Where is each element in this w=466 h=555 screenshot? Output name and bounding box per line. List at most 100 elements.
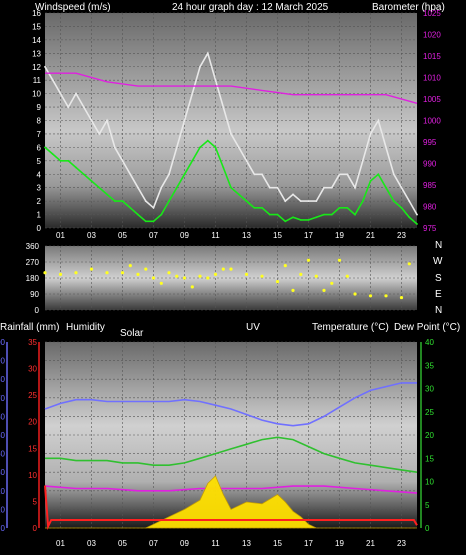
wind-tick-label: 12 [32,63,41,72]
direction-panel-ticks: 0 90 180 270 360 [26,242,40,315]
data-point-gust [338,173,341,176]
data-point-average [214,146,217,149]
rainfall-axis-title: Rainfall (mm) [0,322,59,333]
data-point-gust [75,92,77,95]
direction-point [244,272,249,276]
direction-point [167,271,171,275]
data-point-gust [416,213,418,216]
temperature-tick-label: 35 [425,361,434,370]
direction-label-n-bottom: N [435,305,442,316]
data-point-gust [268,186,271,189]
direction-point [368,294,373,298]
data-point-gust [261,173,263,176]
hour-tick-label: 03 [87,231,96,240]
data-point-gust [299,200,302,203]
data-point-gust [90,119,93,122]
direction-label-s: S [435,273,442,284]
data-point-gust [113,146,116,149]
humidity-tick-label: 60 [0,412,6,421]
barometer-tick-label: 975 [423,224,437,233]
rain-tick-label: 30 [28,365,37,374]
data-point-gust [222,106,225,108]
data-point-average [152,220,155,223]
data-point-gust [199,65,201,68]
data-point-gust [245,159,248,162]
hour-tick-label: 15 [273,539,282,548]
data-point-average [338,206,341,209]
data-point-gust [323,186,325,189]
direction-point [330,281,334,285]
data-point-gust [129,173,132,176]
weather-graph: Windspeed (m/s) 24 hour graph day : 12 M… [0,2,460,548]
data-point-gust [67,106,70,108]
direction-point [159,281,163,285]
rain-tick-label: 0 [33,524,38,533]
data-point-gust [59,92,62,95]
direction-point [260,274,264,278]
data-point-average [292,216,294,219]
data-point-gust [152,206,155,209]
data-point-average [98,186,101,189]
humidity-tick-label: 30 [0,468,6,477]
data-point-average [385,186,387,189]
hour-tick-label: 05 [118,539,127,548]
graph-title: 24 hour graph day : 12 March 2025 [172,2,329,13]
solar-label: Solar [120,328,144,339]
direction-point [198,274,202,278]
data-point-gust [237,146,240,149]
temperature-tick-label: 20 [425,431,434,440]
wind-tick-label: 2 [37,197,42,206]
direction-point [399,296,404,300]
data-point-gust [144,200,147,203]
data-point-gust [82,106,85,108]
wind-tick-label: 4 [37,170,42,179]
temperature-tick-label: 10 [425,478,434,487]
data-point-average [51,153,54,156]
hour-tick-label: 17 [304,231,313,240]
data-point-average [82,173,85,176]
data-point-gust [106,119,108,122]
data-point-gust [377,119,380,122]
data-point-average [253,206,256,209]
data-point-average [121,200,124,203]
data-point-average [307,219,310,221]
hour-tick-label: 19 [335,539,344,548]
uv-label: UV [246,322,260,333]
data-point-average [191,159,194,162]
humidity-tick-label: 50 [0,431,6,440]
data-point-gust [253,173,256,176]
wind-tick-label: 13 [32,49,41,58]
data-point-average [400,206,403,209]
temperature-axis-title: Temperature (°C) [312,322,389,333]
humidity-tick-label: 80 [0,375,6,384]
direction-point [136,272,140,276]
data-point-average [377,173,380,176]
data-point-gust [168,173,170,176]
direction-tick-label: 90 [30,290,39,299]
wind-tick-label: 0 [37,224,42,233]
data-point-gust [175,146,178,149]
data-point-average [416,223,418,225]
hour-tick-label: 11 [211,231,220,240]
wind-tick-label: 6 [37,143,42,152]
hour-tick-label: 01 [56,539,65,548]
data-point-average [369,180,372,182]
data-point-gust [191,92,194,95]
direction-label-w: W [433,256,443,267]
rain-tick-label: 35 [28,338,37,347]
direction-point [384,294,388,298]
temperature-tick-label: 0 [425,524,430,533]
data-point-average [230,186,232,189]
wind-tick-label: 11 [33,76,42,85]
wind-tick-label: 3 [37,184,42,193]
data-point-average [44,146,46,149]
barometer-tick-label: 995 [423,138,437,147]
data-point-average [408,216,411,219]
direction-point [322,288,326,292]
data-point-average [268,213,271,216]
direction-point [229,267,233,271]
hour-tick-label: 21 [366,231,375,240]
direction-label-e: E [435,289,442,300]
direction-point [306,258,311,262]
wind-tick-label: 9 [37,103,42,112]
